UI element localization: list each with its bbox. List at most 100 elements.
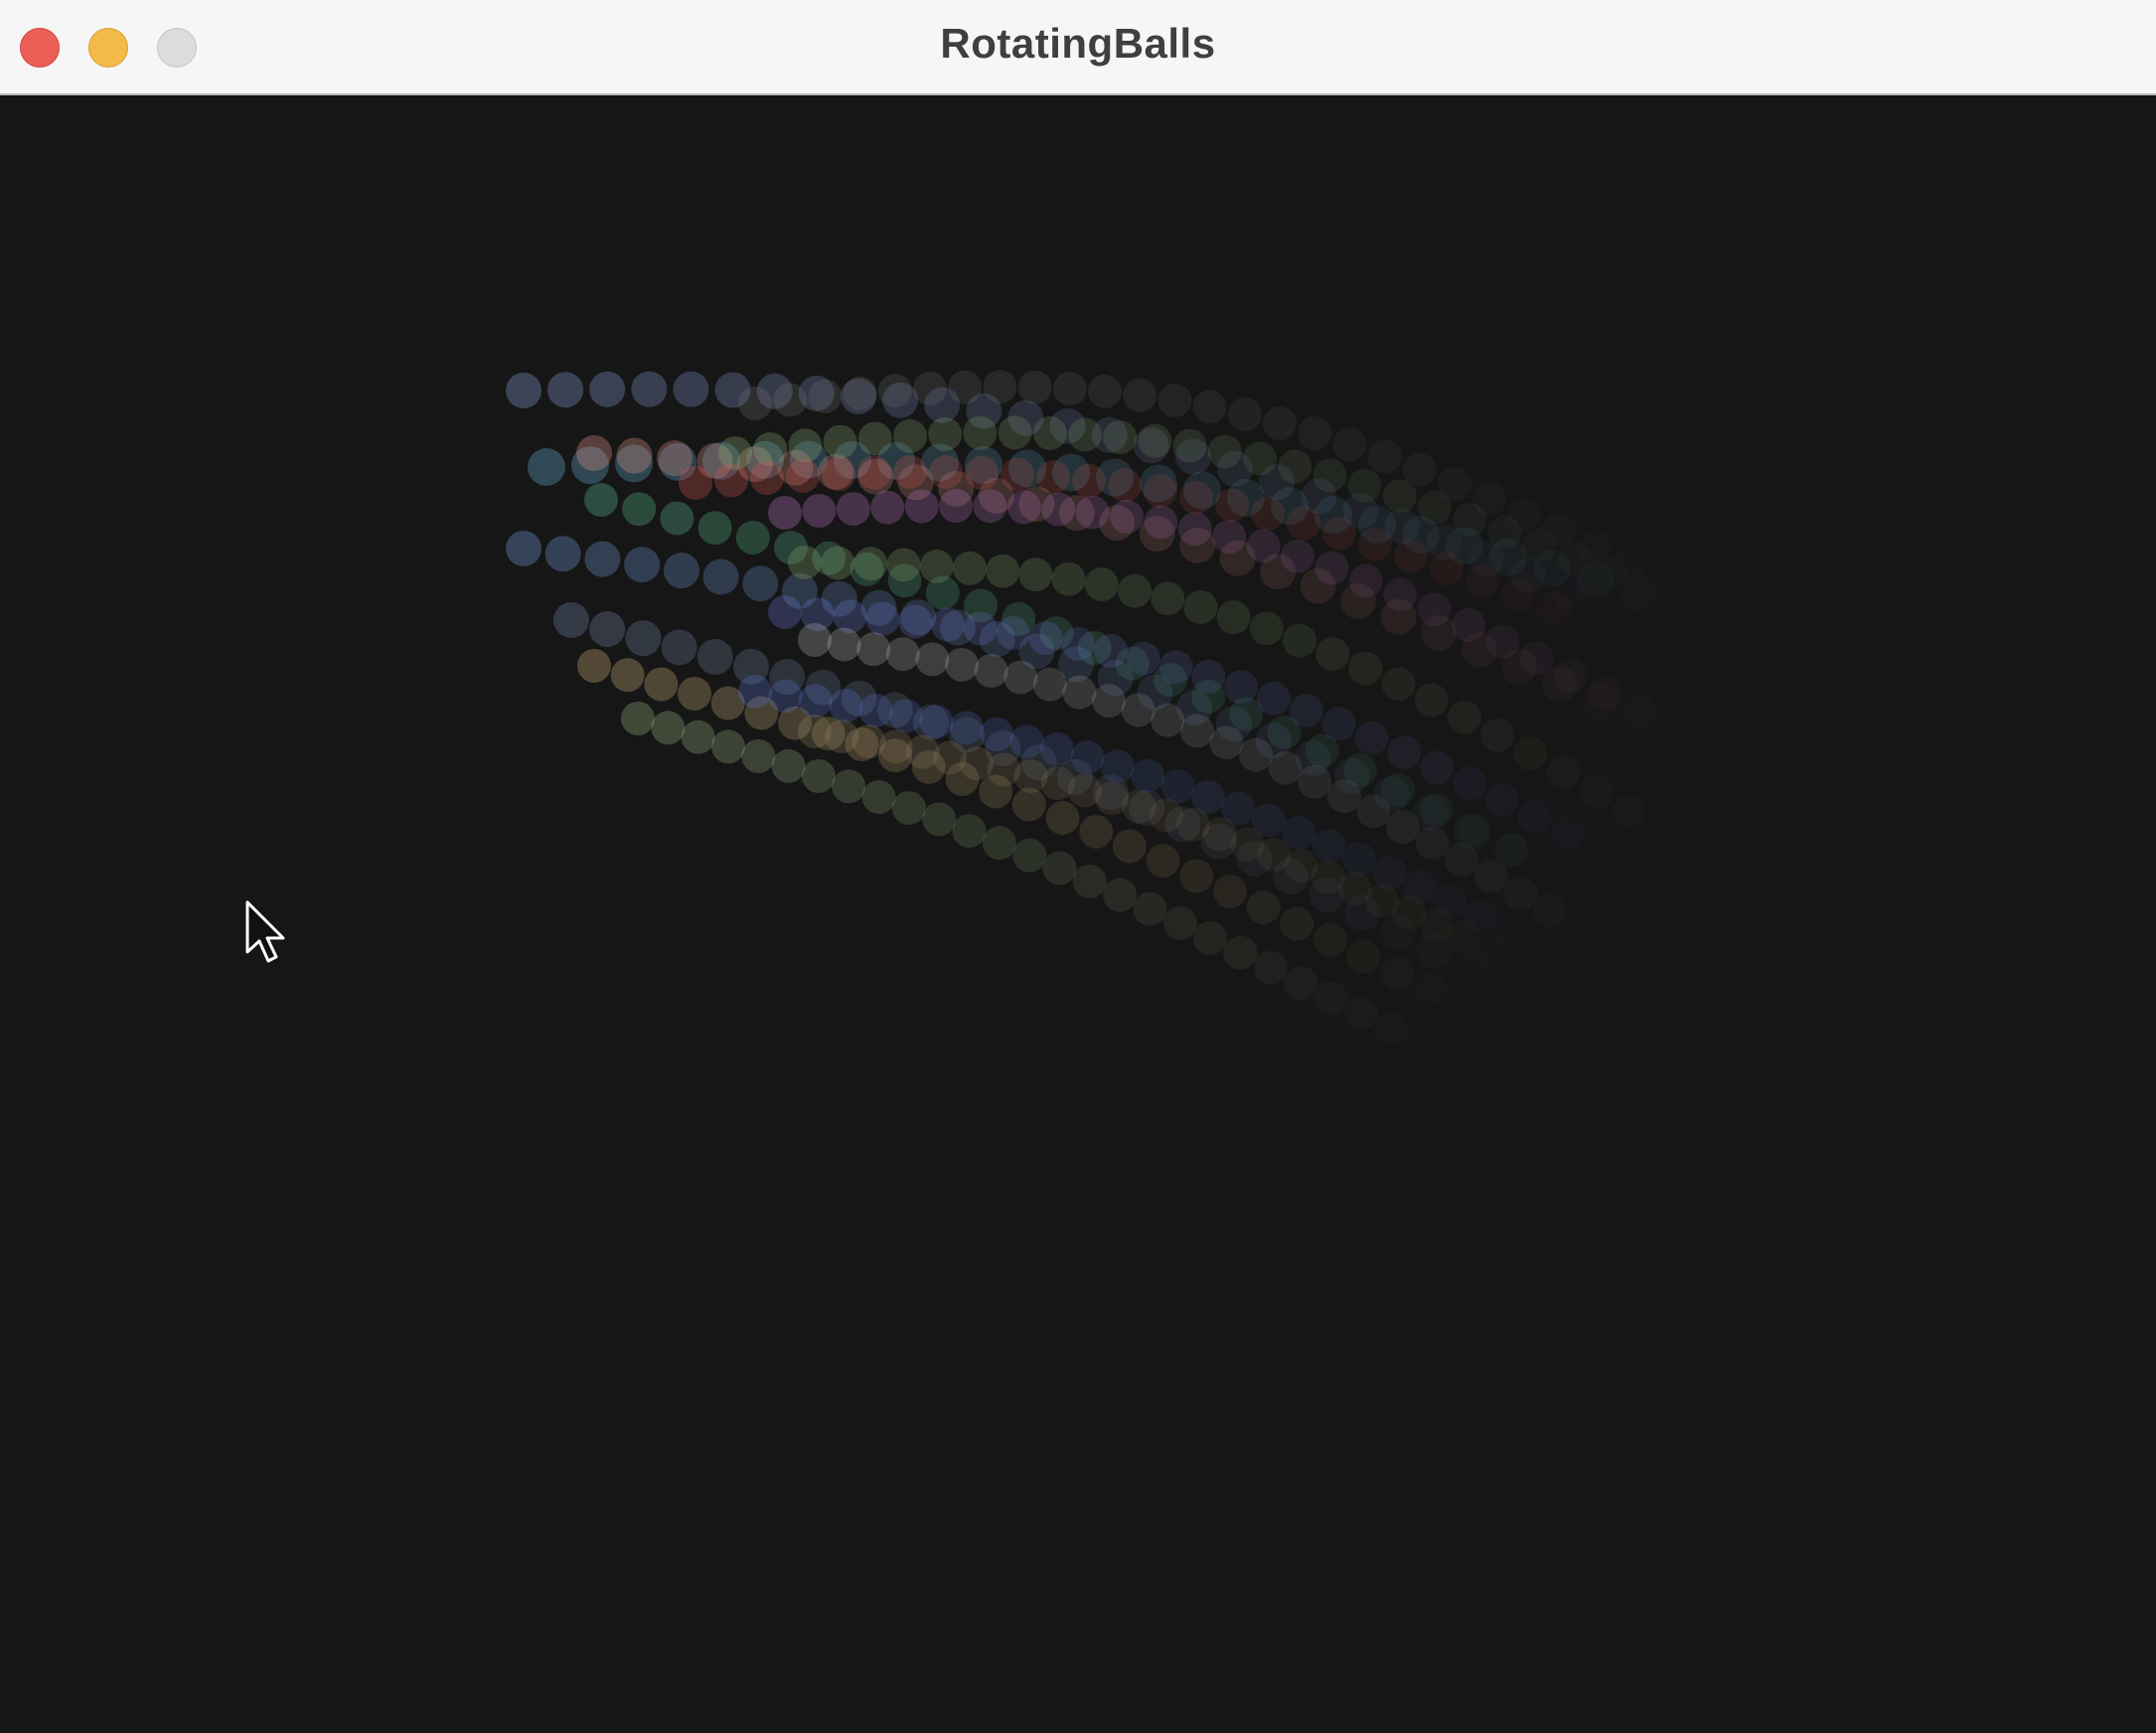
ball: [1367, 439, 1402, 474]
ball: [1414, 683, 1449, 717]
ball: [1550, 817, 1584, 851]
ball: [870, 490, 905, 525]
ball: [1144, 473, 1177, 508]
ball: [1445, 843, 1479, 876]
ball: [768, 496, 802, 530]
ball: [1380, 956, 1414, 990]
ball: [931, 607, 965, 642]
ball: [589, 611, 626, 648]
ball: [1192, 390, 1227, 424]
ball: [663, 552, 699, 589]
ball: [679, 466, 712, 500]
ball: [742, 565, 779, 602]
ball: [1012, 838, 1047, 872]
ball: [833, 599, 867, 634]
ball: [1321, 707, 1356, 741]
ball: [1001, 457, 1034, 492]
ball: [889, 699, 923, 733]
ball: [753, 432, 788, 466]
ball: [1223, 935, 1258, 970]
ball: [1517, 799, 1552, 834]
window-title: RotatingBalls: [940, 20, 1216, 67]
ball: [1326, 779, 1361, 814]
ball: [1209, 725, 1244, 760]
ball: [919, 705, 954, 739]
ball: [1224, 670, 1259, 705]
ball: [1151, 703, 1185, 737]
ball: [1542, 513, 1577, 548]
ball: [986, 553, 1020, 588]
ball: [1103, 420, 1138, 454]
ball: [963, 611, 998, 646]
ball: [1620, 573, 1658, 611]
ball: [1283, 623, 1316, 658]
ball: [1257, 681, 1291, 715]
ball: [1589, 677, 1622, 710]
ball: [1110, 499, 1144, 534]
ball: [1100, 749, 1135, 784]
ball: [1519, 641, 1554, 676]
ball: [1278, 449, 1312, 484]
ball: [1193, 920, 1228, 955]
rotating-balls-graphic: [506, 370, 1658, 1016]
ball: [939, 489, 973, 523]
ball: [1298, 416, 1332, 450]
ball: [1253, 950, 1288, 985]
ball: [544, 536, 581, 572]
ball: [1094, 633, 1128, 668]
ball: [1227, 397, 1262, 431]
ball: [1346, 939, 1381, 974]
ball: [1356, 794, 1391, 829]
ball: [798, 623, 832, 657]
animation-canvas[interactable]: [0, 95, 2156, 1733]
ball: [696, 639, 733, 675]
ball: [1472, 481, 1507, 516]
ball: [1079, 815, 1114, 850]
ball: [1251, 496, 1285, 531]
ball: [1003, 660, 1038, 695]
ball: [1246, 529, 1281, 563]
ball: [1138, 423, 1172, 458]
ball: [1448, 700, 1481, 734]
ball: [928, 416, 963, 451]
ball: [1131, 758, 1165, 793]
ball: [823, 424, 857, 459]
ball: [1042, 851, 1077, 885]
ball: [1578, 530, 1612, 563]
ball: [1263, 405, 1297, 440]
ball: [1212, 874, 1247, 909]
ball: [553, 602, 589, 638]
ball: [1347, 468, 1382, 503]
ball: [622, 492, 657, 527]
ball: [1298, 764, 1332, 799]
title-bar[interactable]: RotatingBalls: [0, 0, 2156, 95]
ball: [974, 654, 1008, 689]
ball: [1072, 865, 1107, 898]
ball: [631, 371, 668, 407]
ball: [857, 421, 892, 456]
ball: [624, 547, 661, 583]
ball: [1381, 667, 1416, 702]
ball: [1215, 488, 1249, 523]
ball: [1040, 732, 1074, 766]
ball: [1072, 463, 1106, 498]
ball: [919, 549, 954, 583]
ball: [1546, 755, 1581, 790]
ball: [616, 437, 653, 474]
ball: [1484, 783, 1519, 818]
ball: [949, 710, 984, 745]
ball: [1133, 891, 1167, 926]
ball: [1312, 458, 1347, 493]
ball: [843, 376, 877, 410]
ball: [1507, 497, 1542, 532]
ball: [681, 719, 715, 754]
ball: [1430, 551, 1463, 586]
ball: [788, 546, 822, 579]
ball: [1480, 717, 1515, 752]
ball: [788, 428, 823, 463]
ball: [621, 702, 655, 735]
ball: [1075, 495, 1110, 530]
ball: [1177, 512, 1212, 547]
ball: [1452, 608, 1485, 642]
ball: [576, 435, 612, 471]
